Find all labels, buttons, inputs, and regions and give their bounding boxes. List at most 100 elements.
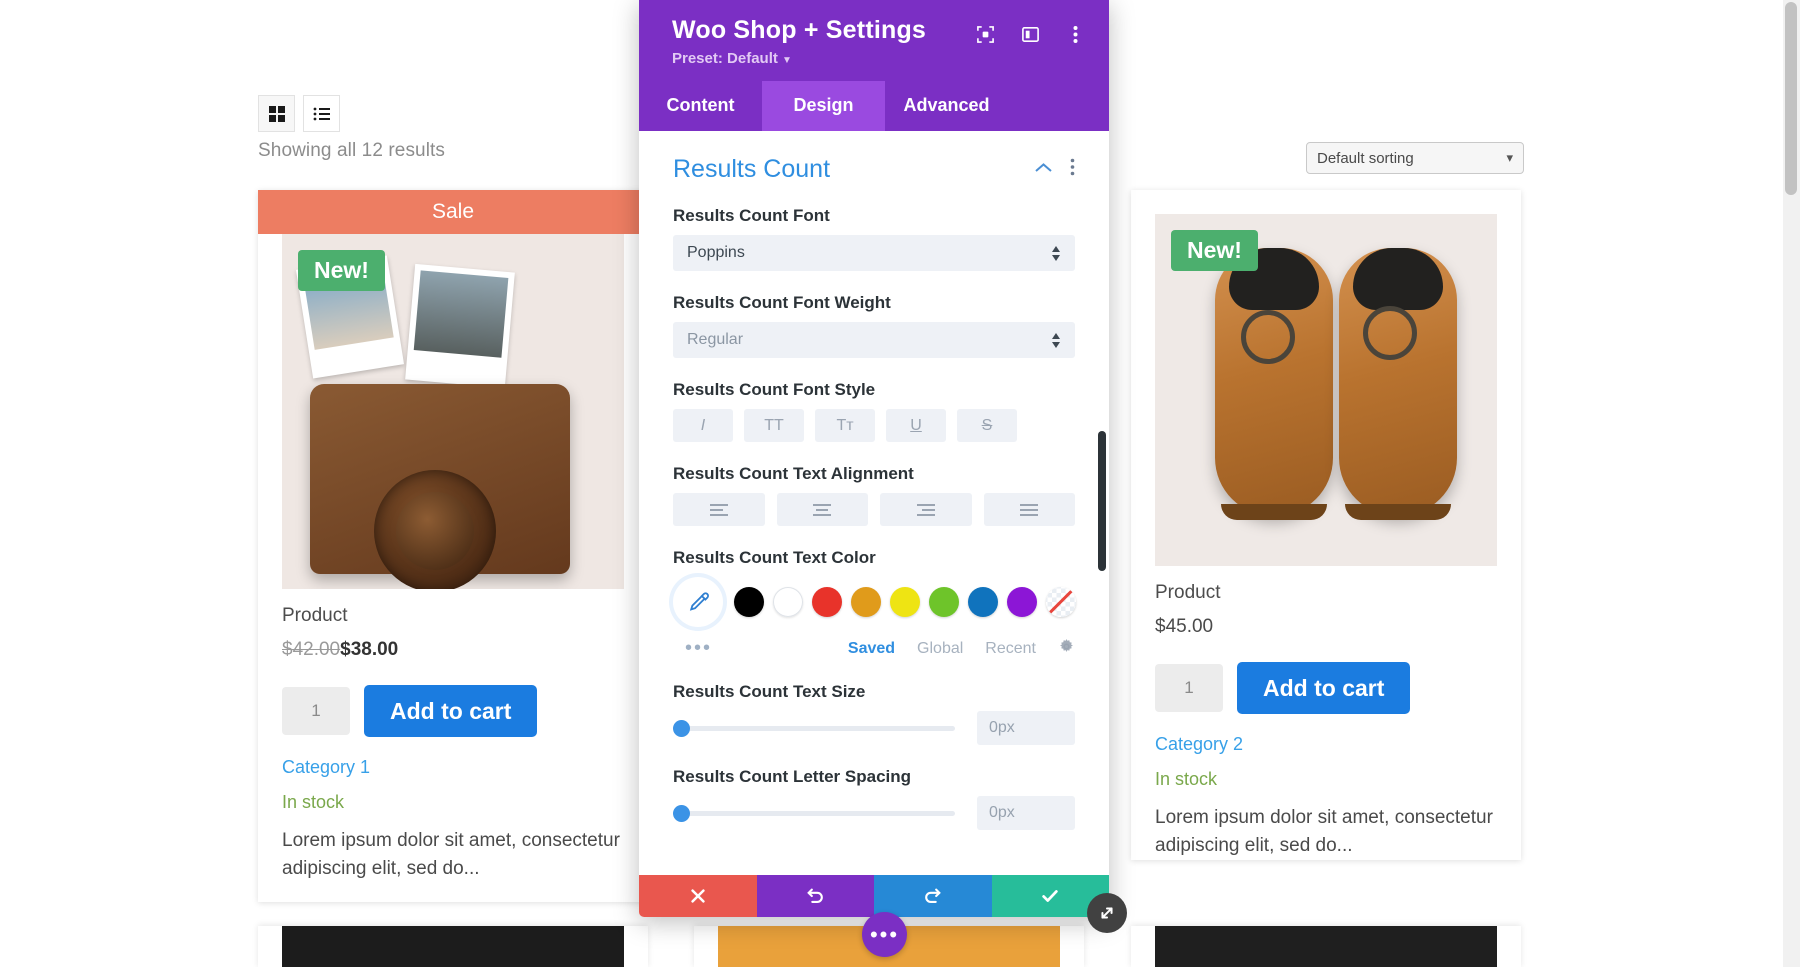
swatch-white[interactable]	[773, 587, 803, 617]
add-to-cart-button[interactable]: Add to cart	[1237, 662, 1411, 714]
letter-spacing-value[interactable]: 0px	[977, 796, 1075, 830]
color-swatch-row	[673, 577, 1076, 627]
more-options-fab[interactable]: •••	[862, 912, 907, 957]
product-price: $42.00$38.00	[282, 639, 624, 661]
list-view-button[interactable]	[303, 95, 340, 132]
vertical-dots-icon[interactable]	[1065, 24, 1085, 44]
align-right-button[interactable]	[880, 493, 972, 526]
field-results-count-font-weight: Results Count Font Weight Regular	[673, 293, 1075, 358]
product-image[interactable]: New!	[282, 234, 624, 589]
text-size-value[interactable]: 0px	[977, 711, 1075, 745]
swatch-purple[interactable]	[1007, 587, 1037, 617]
check-icon	[1042, 890, 1058, 902]
product-card[interactable]	[258, 926, 648, 967]
modal-scrollbar-thumb[interactable]	[1098, 431, 1106, 571]
uppercase-icon: TT	[764, 416, 784, 434]
swatch-transparent[interactable]	[1046, 587, 1076, 617]
swatch-red[interactable]	[812, 587, 842, 617]
layout-panel-icon[interactable]	[1020, 24, 1040, 44]
product-image[interactable]: New!	[1155, 214, 1497, 566]
italic-icon: I	[700, 416, 706, 434]
field-results-count-font: Results Count Font Poppins	[673, 206, 1075, 271]
strikethrough-button[interactable]: S	[957, 409, 1017, 442]
page-scrollbar-thumb[interactable]	[1785, 2, 1797, 195]
product-old-price: $42.00	[282, 639, 341, 660]
redo-button[interactable]	[874, 875, 992, 917]
small-caps-button[interactable]: Tт	[815, 409, 875, 442]
slider-thumb[interactable]	[673, 804, 690, 822]
modal-resize-handle[interactable]	[1087, 893, 1127, 933]
field-label: Results Count Text Size	[673, 682, 866, 701]
field-results-count-letter-spacing: Results Count Letter Spacing 0px	[673, 767, 1075, 830]
add-to-cart-button[interactable]: Add to cart	[364, 685, 538, 737]
swatch-blue[interactable]	[968, 587, 998, 617]
letter-spacing-slider-row: 0px	[673, 796, 1075, 830]
ellipsis-icon[interactable]: •••	[673, 637, 712, 660]
field-label: Results Count Font Weight	[673, 293, 891, 312]
modal-scrollbar[interactable]	[1098, 131, 1106, 875]
underline-icon: U	[910, 416, 922, 434]
chevron-up-icon[interactable]	[1034, 161, 1053, 179]
color-tab-saved[interactable]: Saved	[848, 640, 895, 658]
swatch-yellow[interactable]	[890, 587, 920, 617]
font-weight-select[interactable]: Regular	[673, 322, 1075, 358]
gear-icon[interactable]	[1058, 638, 1075, 660]
chevron-down-icon: ▾	[1506, 150, 1513, 165]
align-justify-button[interactable]	[983, 493, 1075, 526]
settings-modal[interactable]: Woo Shop + Settings Preset: Default ▼ Co…	[639, 0, 1109, 917]
align-justify-icon	[1020, 503, 1039, 516]
product-category-link[interactable]: Category 1	[282, 757, 624, 778]
quantity-input[interactable]: 1	[282, 687, 350, 735]
align-center-icon	[813, 503, 832, 516]
small-caps-icon: Tт	[836, 416, 854, 434]
field-results-count-text-color: Results Count Text Color ••• Saved Globa…	[673, 548, 1076, 660]
section-header: Results Count	[673, 155, 1075, 184]
underline-button[interactable]: U	[886, 409, 946, 442]
text-size-slider[interactable]	[673, 719, 955, 737]
product-card[interactable]	[1131, 926, 1521, 967]
field-label: Results Count Text Alignment	[673, 464, 914, 483]
font-style-buttons: I TT Tт U S	[673, 409, 1075, 442]
swatch-orange[interactable]	[851, 587, 881, 617]
redo-icon	[924, 888, 941, 903]
swatch-black[interactable]	[734, 587, 764, 617]
undo-button[interactable]	[756, 875, 874, 917]
quantity-input[interactable]: 1	[1155, 664, 1223, 712]
updown-arrows-icon	[1051, 332, 1061, 349]
product-stock-status: In stock	[1155, 769, 1218, 789]
page-scrollbar[interactable]	[1783, 0, 1800, 967]
grid-icon	[268, 105, 285, 122]
section-title: Results Count	[673, 155, 831, 183]
section-actions	[1034, 158, 1075, 181]
page-root: Showing all 12 results Default sorting ▾…	[0, 0, 1800, 967]
vertical-dots-icon[interactable]	[1070, 158, 1075, 181]
sorting-select[interactable]: Default sorting ▾	[1306, 142, 1524, 174]
font-select[interactable]: Poppins	[673, 235, 1075, 271]
x-icon	[691, 889, 705, 903]
eyedropper-button[interactable]	[673, 577, 723, 627]
align-center-button[interactable]	[776, 493, 868, 526]
grid-view-button[interactable]	[258, 95, 295, 132]
font-select-value: Poppins	[687, 244, 745, 261]
modal-tabs: Content Design Advanced	[639, 81, 1109, 131]
tab-content[interactable]: Content	[639, 81, 762, 131]
color-tab-global[interactable]: Global	[917, 640, 963, 658]
italic-button[interactable]: I	[673, 409, 733, 442]
focus-target-icon[interactable]	[975, 24, 995, 44]
tab-design[interactable]: Design	[762, 81, 885, 131]
discard-button[interactable]	[639, 875, 757, 917]
updown-arrows-icon	[1051, 245, 1061, 262]
color-meta-row: ••• Saved Global Recent	[673, 637, 1075, 660]
resize-diagonal-icon	[1101, 907, 1113, 919]
product-category-link[interactable]: Category 2	[1155, 734, 1497, 755]
preset-selector[interactable]: Preset: Default ▼	[672, 50, 1085, 67]
align-left-button[interactable]	[673, 493, 765, 526]
uppercase-button[interactable]: TT	[744, 409, 804, 442]
product-card[interactable]: New! Product $45.00 1 Add to cart Catego…	[1131, 190, 1521, 860]
tab-advanced[interactable]: Advanced	[885, 81, 1008, 131]
product-card[interactable]: Sale New! Product $42.00$38.00 1 Add to …	[258, 190, 648, 902]
swatch-green[interactable]	[929, 587, 959, 617]
letter-spacing-slider[interactable]	[673, 804, 955, 822]
color-tab-recent[interactable]: Recent	[985, 640, 1036, 658]
slider-thumb[interactable]	[673, 719, 690, 737]
